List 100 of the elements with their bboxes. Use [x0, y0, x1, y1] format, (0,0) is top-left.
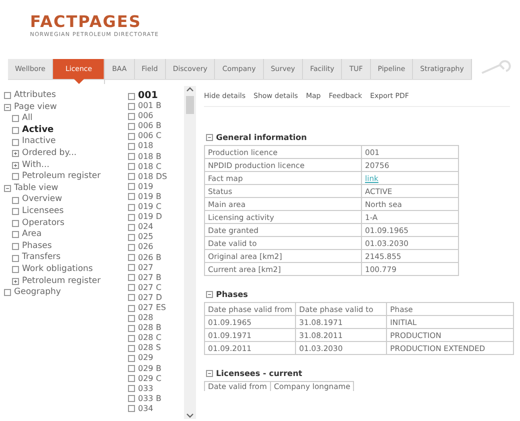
checkbox-icon[interactable]: [128, 284, 135, 292]
licence-item[interactable]: 001 B: [138, 101, 162, 112]
collapse-icon[interactable]: [206, 291, 213, 298]
checkbox-icon[interactable]: [128, 102, 135, 110]
licence-item[interactable]: 006: [138, 111, 154, 122]
licence-item[interactable]: 033: [138, 384, 154, 394]
tree-item[interactable]: Attributes: [14, 90, 56, 102]
licence-item[interactable]: 018: [138, 141, 154, 152]
tree-item[interactable]: Active: [22, 124, 54, 136]
tree-item[interactable]: Page view: [14, 102, 57, 114]
checkbox-icon[interactable]: [128, 224, 135, 231]
checkbox-icon[interactable]: [128, 375, 135, 382]
checkbox-icon[interactable]: [12, 220, 19, 227]
licence-item[interactable]: 019: [138, 182, 154, 192]
licence-item[interactable]: 027 B: [138, 272, 162, 283]
checkbox-icon[interactable]: [128, 254, 135, 262]
tree-item[interactable]: Work obligations: [22, 264, 93, 276]
licence-item[interactable]: 029 B: [138, 364, 162, 374]
checkbox-icon[interactable]: [128, 334, 135, 342]
licence-item[interactable]: 019 C: [138, 202, 162, 212]
checkbox-icon[interactable]: [128, 314, 135, 322]
licence-item[interactable]: 019 D: [138, 212, 162, 222]
checkbox-icon[interactable]: [128, 294, 135, 302]
checkbox-icon[interactable]: [128, 274, 135, 282]
collapse-icon[interactable]: [4, 185, 11, 192]
checkbox-icon[interactable]: [12, 138, 19, 146]
checkbox-icon[interactable]: [128, 173, 135, 180]
checkbox-icon[interactable]: [128, 183, 135, 190]
licence-item[interactable]: 029: [138, 353, 154, 364]
checkbox-icon[interactable]: [128, 234, 135, 241]
collapse-icon[interactable]: [206, 134, 213, 141]
tree-item[interactable]: Geography: [14, 287, 61, 299]
scroll-up-icon[interactable]: [186, 86, 194, 92]
checkbox-icon[interactable]: [128, 244, 135, 251]
checkbox-icon[interactable]: [12, 208, 19, 216]
licence-item[interactable]: 028 B: [138, 323, 162, 334]
licence-item[interactable]: 024: [138, 222, 154, 232]
checkbox-icon[interactable]: [12, 173, 19, 180]
licence-item[interactable]: 001: [138, 91, 158, 102]
licence-item[interactable]: 006 C: [138, 131, 162, 142]
licence-item[interactable]: 027 C: [138, 282, 162, 293]
licence-item[interactable]: 027 D: [138, 292, 162, 303]
checkbox-icon[interactable]: [12, 266, 19, 274]
licence-item[interactable]: 028: [138, 313, 154, 324]
checkbox-icon[interactable]: [128, 304, 135, 312]
checkbox-icon[interactable]: [128, 163, 135, 170]
checkbox-icon[interactable]: [128, 365, 135, 372]
licence-item[interactable]: 034: [138, 404, 154, 414]
checkbox-icon[interactable]: [128, 264, 135, 272]
licence-item[interactable]: 029 C: [138, 374, 162, 384]
checkbox-icon[interactable]: [12, 196, 19, 204]
tree-item[interactable]: Area: [22, 229, 42, 241]
tree-item[interactable]: Transfers: [22, 252, 61, 264]
checkbox-icon[interactable]: [128, 112, 135, 120]
expand-icon[interactable]: [12, 162, 19, 169]
tree-item[interactable]: Licensees: [22, 206, 64, 218]
tree-item[interactable]: Phases: [22, 240, 52, 252]
checkbox-icon[interactable]: [128, 132, 135, 140]
expand-icon[interactable]: [12, 278, 19, 285]
tree-item[interactable]: Inactive: [22, 136, 56, 148]
collapse-icon[interactable]: [206, 370, 213, 377]
checkbox-icon[interactable]: [12, 127, 19, 134]
tree-item[interactable]: Petroleum register: [22, 171, 101, 183]
checkbox-icon[interactable]: [12, 254, 19, 262]
checkbox-icon[interactable]: [128, 385, 135, 392]
tree-item[interactable]: Operators: [22, 218, 64, 230]
checkbox-icon[interactable]: [128, 122, 135, 130]
checkbox-icon[interactable]: [128, 193, 135, 200]
licence-item[interactable]: 027: [138, 262, 154, 273]
tree-item[interactable]: Ordered by...: [22, 148, 77, 160]
checkbox-icon[interactable]: [12, 243, 19, 250]
checkbox-icon[interactable]: [128, 153, 135, 160]
checkbox-icon[interactable]: [4, 92, 11, 100]
scrollbar-thumb[interactable]: [186, 96, 194, 114]
licence-item[interactable]: 033 B: [138, 394, 162, 404]
tree-item[interactable]: Overview: [22, 194, 62, 206]
licence-item[interactable]: 006 B: [138, 121, 162, 132]
collapse-icon[interactable]: [4, 104, 11, 111]
tree-item[interactable]: Petroleum register: [22, 276, 101, 288]
tree-item[interactable]: Table view: [14, 182, 58, 194]
licence-item[interactable]: 018 DS: [138, 172, 168, 182]
licence-item[interactable]: 018 C: [138, 162, 162, 172]
scroll-down-icon[interactable]: [186, 413, 194, 419]
checkbox-icon[interactable]: [128, 354, 135, 362]
tree-item[interactable]: With...: [22, 160, 50, 172]
checkbox-icon[interactable]: [128, 143, 135, 150]
checkbox-icon[interactable]: [128, 204, 135, 211]
checkbox-icon[interactable]: [128, 395, 135, 402]
licence-item[interactable]: 019 B: [138, 192, 162, 202]
expand-icon[interactable]: [12, 150, 19, 158]
licence-item[interactable]: 028 C: [138, 333, 162, 344]
tree-item[interactable]: All: [22, 113, 33, 125]
licence-item[interactable]: 025: [138, 232, 154, 242]
licence-item[interactable]: 027 ES: [138, 302, 166, 314]
checkbox-icon[interactable]: [12, 115, 19, 122]
checkbox-icon[interactable]: [128, 92, 135, 100]
checkbox-icon[interactable]: [128, 405, 135, 412]
licence-item[interactable]: 026 B: [138, 252, 162, 263]
checkbox-icon[interactable]: [128, 214, 135, 221]
checkbox-icon[interactable]: [128, 344, 135, 352]
